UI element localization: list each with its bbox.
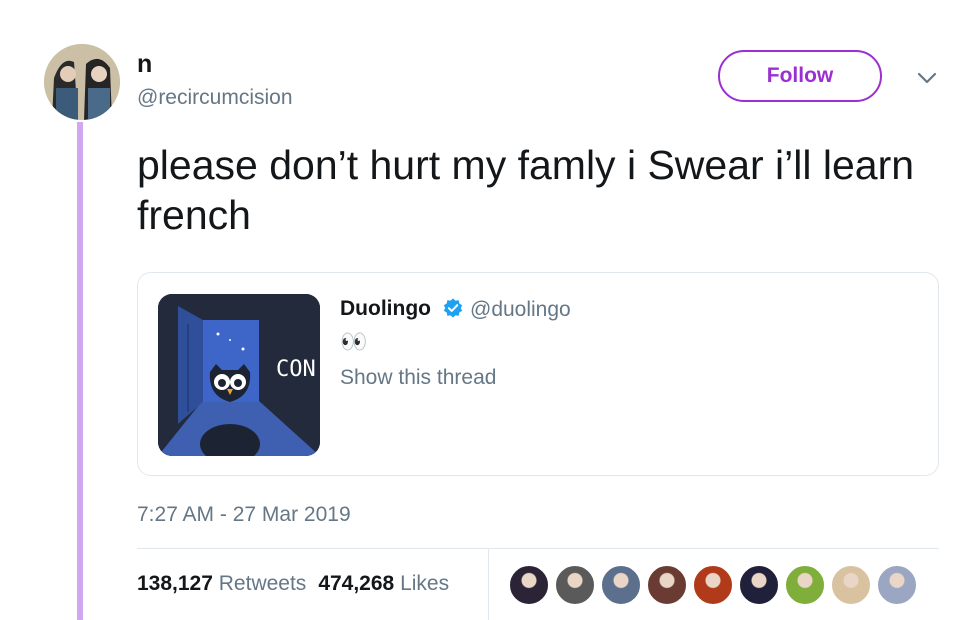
follow-button[interactable]: Follow	[718, 50, 882, 102]
liker-avatar[interactable]	[555, 565, 595, 605]
liker-avatar[interactable]	[785, 565, 825, 605]
author-handle[interactable]: @recircumcision	[137, 86, 293, 110]
stats-divider	[137, 548, 939, 549]
likes-stat[interactable]: 474,268 Likes	[318, 572, 449, 595]
quoted-author-name[interactable]: Duolingo	[340, 297, 431, 321]
author-display-name[interactable]: n	[137, 50, 152, 78]
likes-label: Likes	[400, 572, 450, 595]
liker-avatar[interactable]	[601, 565, 641, 605]
liker-avatar[interactable]	[693, 565, 733, 605]
duolingo-owl-door-image-icon: CON	[158, 294, 320, 456]
author-avatar[interactable]	[44, 44, 120, 120]
quoted-tweet-card[interactable]: CON Duolingo @duolingo 👀 Show this threa…	[137, 272, 939, 476]
chevron-down-icon[interactable]	[916, 70, 938, 86]
tweet-stats: 138,127 Retweets 474,268 Likes	[137, 572, 449, 596]
retweets-stat[interactable]: 138,127 Retweets	[137, 572, 306, 595]
retweets-label: Retweets	[218, 572, 307, 595]
quoted-tweet-media[interactable]: CON	[158, 294, 320, 456]
quoted-tweet-text: 👀	[340, 329, 369, 354]
tweet-timestamp[interactable]: 7:27 AM - 27 Mar 2019	[137, 503, 351, 527]
liker-avatar[interactable]	[509, 565, 549, 605]
verified-badge-icon	[443, 298, 463, 318]
show-thread-link[interactable]: Show this thread	[340, 366, 496, 390]
liker-avatar[interactable]	[877, 565, 917, 605]
tweet-text: please don’t hurt my famly i Swear i’ll …	[137, 142, 915, 238]
liker-avatar[interactable]	[739, 565, 779, 605]
liker-avatar[interactable]	[831, 565, 871, 605]
thread-connector-line	[77, 122, 83, 620]
liker-avatar[interactable]	[647, 565, 687, 605]
avatar-photo-icon	[44, 44, 120, 120]
retweets-count: 138,127	[137, 572, 213, 595]
media-caption-text: CON	[276, 357, 316, 382]
likes-count: 474,268	[318, 572, 395, 595]
quoted-author-handle[interactable]: @duolingo	[470, 298, 571, 322]
stats-vertical-divider	[488, 549, 489, 620]
